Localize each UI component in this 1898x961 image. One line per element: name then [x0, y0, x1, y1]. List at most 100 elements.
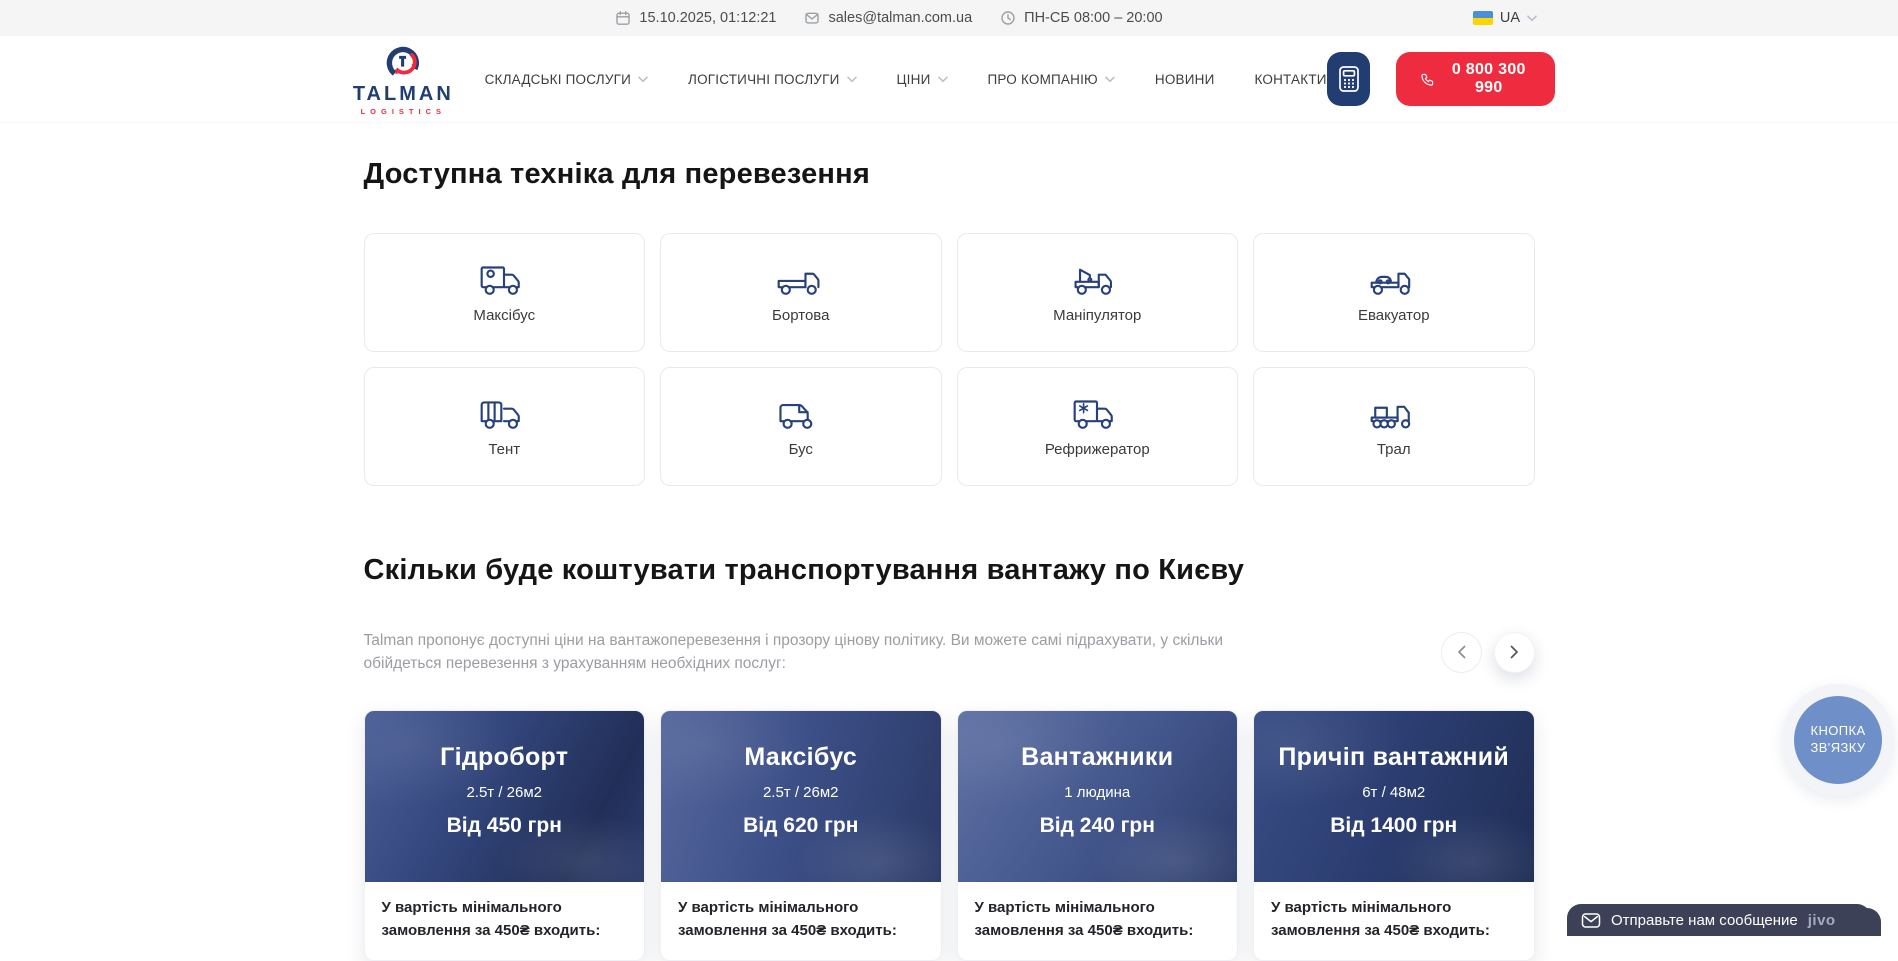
price-card-note: У вартість мінімального замовлення за 45…	[365, 882, 645, 960]
price-card-capacity: 1 людина	[958, 784, 1238, 801]
pricing-title: Скільки буде коштувати транспортування в…	[364, 554, 1535, 587]
price-card-capacity: 6т / 48м2	[1254, 784, 1534, 801]
email-text: sales@talman.com.ua	[828, 10, 972, 26]
price-card-image: Максібус 2.5т / 26м2 Від 620 грн	[661, 711, 941, 882]
low-loader-truck-icon	[1369, 396, 1419, 432]
price-card-note: У вартість мінімального замовлення за 45…	[1254, 882, 1534, 960]
working-hours: ПН-СБ 08:00 – 20:00	[1000, 10, 1162, 26]
calculator-button[interactable]	[1327, 52, 1371, 106]
vehicle-card-crane[interactable]: Маніпулятор	[957, 233, 1239, 352]
phone-button[interactable]: 0 800 300 990	[1396, 52, 1555, 106]
price-card-title: Гідроборт	[365, 711, 645, 772]
nav-label: ЛОГІСТИЧНІ ПОСЛУГИ	[688, 72, 839, 87]
chevron-down-icon	[938, 76, 948, 83]
ukraine-flag-icon	[1473, 11, 1493, 25]
price-card-loaders[interactable]: Вантажники 1 людина Від 240 грн У вартіс…	[957, 710, 1239, 961]
refrigerator-truck-icon	[1072, 396, 1122, 432]
vehicle-label: Бус	[789, 441, 813, 458]
phone-number: 0 800 300 990	[1447, 61, 1531, 97]
price-card-price: Від 1400 грн	[1254, 814, 1534, 838]
vehicle-label: Евакуатор	[1358, 307, 1430, 324]
van-icon	[776, 396, 826, 432]
callback-label-line2: ЗВ'ЯЗКУ	[1810, 740, 1865, 755]
vehicle-label: Максібус	[473, 307, 535, 324]
logo-title: TALMAN	[353, 84, 454, 104]
vehicle-label: Бортова	[772, 307, 829, 324]
working-hours-text: ПН-СБ 08:00 – 20:00	[1024, 10, 1162, 26]
price-card-price: Від 620 грн	[661, 814, 941, 838]
carousel-next-button[interactable]	[1494, 632, 1535, 673]
calendar-icon	[615, 10, 631, 26]
pricing-description: Talman пропонує доступні ціни на вантажо…	[364, 629, 1276, 675]
language-selector[interactable]: UA	[1473, 0, 1537, 36]
nav-about[interactable]: ПРО КОМПАНІЮ	[988, 72, 1115, 87]
price-card-capacity: 2.5т / 26м2	[661, 784, 941, 801]
pricing-section: Скільки буде коштувати транспортування в…	[364, 554, 1535, 961]
chat-message: Отправьте нам сообщение	[1611, 912, 1798, 929]
vehicles-grid: Максібус Бортова Маніпулятор	[364, 233, 1535, 486]
box-truck-icon	[479, 262, 529, 298]
nav-label: ЦІНИ	[897, 72, 931, 87]
nav-warehouse-services[interactable]: СКЛАДСЬКІ ПОСЛУГИ	[485, 72, 648, 87]
header: TALMAN LOGISTICS СКЛАДСЬКІ ПОСЛУГИ ЛОГІС…	[0, 36, 1898, 122]
vehicle-card-maxibus[interactable]: Максібус	[364, 233, 646, 352]
chat-widget[interactable]: Отправьте нам сообщение jivo	[1567, 904, 1871, 936]
price-card-maxibus[interactable]: Максібус 2.5т / 26м2 Від 620 грн У варті…	[660, 710, 942, 961]
vehicle-card-refrigerator[interactable]: Рефрижератор	[957, 367, 1239, 486]
email[interactable]: sales@talman.com.ua	[804, 10, 972, 26]
price-card-image: Вантажники 1 людина Від 240 грн	[958, 711, 1238, 882]
nav-label: НОВИНИ	[1155, 72, 1215, 87]
tent-truck-icon	[479, 396, 529, 432]
nav-label: ПРО КОМПАНІЮ	[988, 72, 1098, 87]
vehicle-card-tow[interactable]: Евакуатор	[1253, 233, 1535, 352]
price-card-note: У вартість мінімального замовлення за 45…	[661, 882, 941, 960]
price-card-hydroboard[interactable]: Гідроборт 2.5т / 26м2 Від 450 грн У варт…	[364, 710, 646, 961]
vehicle-label: Трал	[1377, 441, 1411, 458]
crane-truck-icon	[1072, 262, 1122, 298]
price-card-capacity: 2.5т / 26м2	[365, 784, 645, 801]
chevron-down-icon	[1105, 76, 1115, 83]
price-card-note: У вартість мінімального замовлення за 45…	[958, 882, 1238, 960]
nav-logistics-services[interactable]: ЛОГІСТИЧНІ ПОСЛУГИ	[688, 72, 856, 87]
chevron-down-icon	[1527, 10, 1537, 26]
nav-prices[interactable]: ЦІНИ	[897, 72, 948, 87]
price-card-title: Вантажники	[958, 711, 1238, 772]
datetime-text: 15.10.2025, 01:12:21	[639, 10, 776, 26]
callback-label-line1: КНОПКА	[1810, 723, 1865, 738]
price-card-price: Від 240 грн	[958, 814, 1238, 838]
carousel-prev-button[interactable]	[1441, 632, 1482, 673]
price-card-image: Гідроборт 2.5т / 26м2 Від 450 грн	[365, 711, 645, 882]
nav-news[interactable]: НОВИНИ	[1155, 72, 1215, 87]
vehicles-section: Доступна техніка для перевезення Максібу…	[364, 158, 1535, 486]
envelope-icon	[1581, 912, 1601, 929]
callback-button[interactable]: КНОПКА ЗВ'ЯЗКУ	[1782, 684, 1894, 796]
price-cards: Гідроборт 2.5т / 26м2 Від 450 грн У варт…	[364, 710, 1535, 961]
price-card-image: Причіп вантажний 6т / 48м2 Від 1400 грн	[1254, 711, 1534, 882]
clock-icon	[1000, 10, 1016, 26]
price-card-price: Від 450 грн	[365, 814, 645, 838]
vehicle-card-flatbed[interactable]: Бортова	[660, 233, 942, 352]
language-code: UA	[1500, 10, 1520, 26]
chevron-right-icon	[1510, 645, 1519, 659]
vehicle-label: Рефрижератор	[1045, 441, 1150, 458]
vehicle-card-van[interactable]: Бус	[660, 367, 942, 486]
logo[interactable]: TALMAN LOGISTICS	[348, 42, 459, 116]
main-nav: СКЛАДСЬКІ ПОСЛУГИ ЛОГІСТИЧНІ ПОСЛУГИ ЦІН…	[485, 72, 1327, 87]
mail-icon	[804, 10, 820, 26]
chevron-left-icon	[1457, 645, 1466, 659]
logo-subtitle: LOGISTICS	[361, 107, 446, 116]
vehicles-title: Доступна техніка для перевезення	[364, 158, 1535, 191]
vehicle-card-low-loader[interactable]: Трал	[1253, 367, 1535, 486]
price-card-title: Причіп вантажний	[1254, 711, 1534, 772]
topbar: 15.10.2025, 01:12:21 sales@talman.com.ua…	[0, 0, 1898, 36]
jivo-logo: jivo	[1808, 912, 1836, 929]
datetime: 15.10.2025, 01:12:21	[615, 10, 776, 26]
nav-contacts[interactable]: КОНТАКТИ	[1255, 72, 1327, 87]
price-card-title: Максібус	[661, 711, 941, 772]
flatbed-truck-icon	[776, 262, 826, 298]
vehicle-label: Маніпулятор	[1053, 307, 1141, 324]
price-card-cargo-trailer[interactable]: Причіп вантажний 6т / 48м2 Від 1400 грн …	[1253, 710, 1535, 961]
tow-truck-icon	[1369, 262, 1419, 298]
vehicle-card-tent[interactable]: Тент	[364, 367, 646, 486]
callback-button-inner: КНОПКА ЗВ'ЯЗКУ	[1794, 696, 1882, 784]
